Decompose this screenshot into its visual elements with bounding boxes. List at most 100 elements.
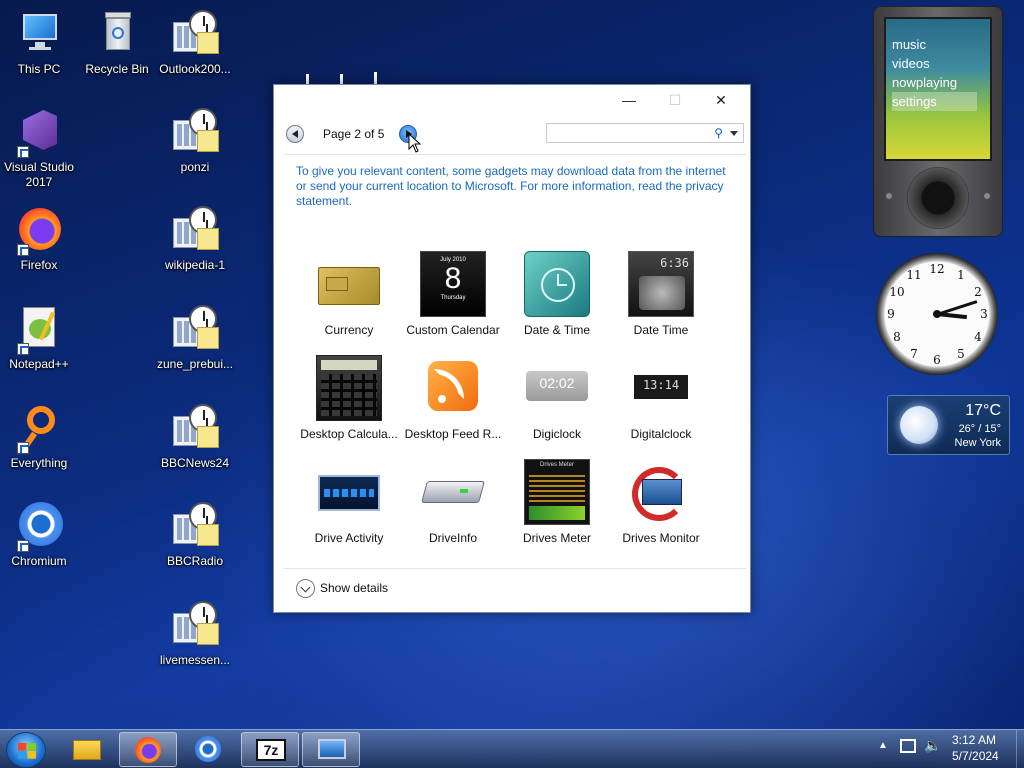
desktop-icon-bbcnews24[interactable]: BBCNews24 — [156, 404, 234, 471]
window-artifact — [374, 72, 377, 84]
clock-numeral: 5 — [957, 347, 965, 361]
taskbar-file-explorer[interactable] — [58, 732, 116, 767]
gadget-file-icon — [171, 206, 219, 254]
windows-logo-icon — [18, 743, 36, 759]
minimize-button[interactable]: — — [606, 89, 652, 111]
desktop-icon-label: Recycle Bin — [85, 62, 149, 76]
clock-numeral: 4 — [974, 330, 982, 344]
gadget-desktop-feed-reader[interactable]: Desktop Feed R... — [401, 355, 505, 441]
zune-menu-nowplaying[interactable]: nowplaying — [892, 73, 977, 92]
gadget-gallery-window: — ☐ ✕ Page 2 of 5 ⚲ To give you relevant… — [273, 84, 751, 613]
desktop-icon-livemessenger[interactable]: livemessen... — [156, 601, 234, 668]
taskbar-7zip[interactable]: 7z — [241, 732, 299, 767]
zune-pad-button[interactable] — [907, 167, 969, 229]
gadget-digitalclock[interactable]: 13:14 Digitalclock — [609, 355, 713, 441]
desktop-icon-visual-studio[interactable]: Visual Studio 2017 — [0, 108, 78, 190]
taskbar-time[interactable]: 3:12 AM — [952, 733, 996, 747]
taskbar-firefox[interactable] — [119, 732, 177, 767]
search-dropdown-icon[interactable] — [730, 131, 738, 136]
gadget-file-icon — [171, 108, 219, 156]
analog-clock-gadget[interactable]: 12 1 2 3 4 5 6 7 8 9 10 11 — [876, 253, 998, 375]
divider — [284, 154, 746, 155]
gadget-custom-calendar[interactable]: July 2010 8 Thursday Custom Calendar — [401, 251, 505, 337]
taskbar-chromium[interactable] — [180, 732, 238, 767]
desktop-icon-recycle-bin[interactable]: Recycle Bin — [78, 10, 156, 77]
gadget-file-icon — [171, 404, 219, 452]
clock-numeral: 7 — [910, 347, 918, 361]
rss-feed-icon — [420, 355, 486, 421]
gadget-drives-meter[interactable]: Drives Meter Drives Meter — [505, 459, 609, 545]
desktop-icon-wikipedia[interactable]: wikipedia-1 — [156, 206, 234, 273]
calendar-weekday: Thursday — [440, 295, 466, 301]
search-icon[interactable]: ⚲ — [714, 126, 723, 140]
gadget-date-time-analog[interactable]: 6:36 Date Time — [609, 251, 713, 337]
tray-overflow-icon[interactable]: ▲ — [878, 740, 888, 751]
gadget-driveinfo[interactable]: DriveInfo — [401, 459, 505, 545]
retro-clock-icon: 6:36 — [628, 251, 694, 317]
mouse-cursor-icon — [408, 133, 422, 153]
start-button[interactable] — [6, 732, 46, 768]
volume-muted-icon[interactable]: 🔈 — [924, 737, 941, 754]
privacy-notice: To give you relevant content, some gadge… — [296, 164, 726, 208]
network-icon[interactable] — [900, 739, 916, 753]
clock-numeral: 2 — [974, 285, 982, 299]
gadget-digiclock[interactable]: 02:02 Digiclock — [505, 355, 609, 441]
gadget-currency[interactable]: Currency — [297, 251, 401, 337]
desktop-icon-chromium[interactable]: Chromium — [0, 502, 78, 569]
weather-city: New York — [954, 437, 1001, 449]
desktop-icon-label: wikipedia-1 — [164, 258, 226, 272]
gadget-drives-monitor[interactable]: Drives Monitor — [609, 459, 713, 545]
desktop-icon-label: Visual Studio 2017 — [4, 160, 74, 189]
chromium-icon — [15, 502, 63, 552]
desktop-icon-bbcradio[interactable]: BBCRadio — [156, 502, 234, 569]
gallery-navbar: Page 2 of 5 ⚲ — [284, 123, 744, 145]
desktop-icon-zune-prebuilt[interactable]: zune_prebui... — [156, 305, 234, 372]
gadget-label: Desktop Calcula... — [300, 427, 398, 441]
folder-icon — [73, 740, 101, 760]
gadget-label: Digitalclock — [630, 427, 692, 441]
weather-gadget[interactable]: 17°C 26° / 15° New York — [887, 395, 1010, 455]
digital-clock-icon: 02:02 — [524, 355, 590, 421]
show-desktop-button[interactable] — [1016, 730, 1024, 768]
gadget-file-icon — [171, 10, 219, 58]
firefox-icon — [135, 737, 161, 763]
visual-studio-icon — [15, 108, 63, 158]
zune-play-button[interactable] — [984, 193, 990, 199]
gadget-desktop-calculator[interactable]: Desktop Calcula... — [297, 355, 401, 441]
zune-menu-music[interactable]: music — [892, 35, 977, 54]
clock-center — [933, 310, 941, 318]
desktop-icon-label: This PC — [17, 62, 61, 76]
zune-menu-settings[interactable]: settings — [892, 92, 977, 111]
weather-temperature: 17°C — [965, 402, 1001, 419]
desktop-icon-notepad-plus-plus[interactable]: Notepad++ — [0, 305, 78, 372]
clock-numeral: 1 — [957, 268, 965, 282]
desktop-icon-firefox[interactable]: Firefox — [0, 206, 78, 273]
chevron-down-icon[interactable] — [296, 579, 315, 598]
desktop-icon-label: Firefox — [20, 258, 58, 272]
desktop-icon-label: BBCRadio — [166, 554, 224, 568]
calculator-icon — [316, 355, 382, 421]
clock-numeral: 10 — [889, 285, 905, 299]
desktop-icon-outlook[interactable]: Outlook200... — [156, 10, 234, 77]
desktop-icon-this-pc[interactable]: This PC — [0, 10, 78, 77]
firefox-icon — [15, 206, 63, 256]
hard-drive-icon — [420, 459, 486, 525]
digiclock-text: 02:02 — [526, 371, 588, 401]
desktop-icon-label: ponzi — [180, 160, 210, 174]
gadget-label: Drive Activity — [314, 531, 384, 545]
zune-gadget[interactable]: music videos nowplaying settings — [873, 6, 1003, 237]
drives-monitor-icon — [628, 459, 694, 525]
previous-page-button[interactable] — [286, 125, 304, 143]
gadget-date-time[interactable]: Date & Time — [505, 251, 609, 337]
taskbar-gadgets[interactable] — [302, 732, 360, 767]
desktop-icon-ponzi[interactable]: ponzi — [156, 108, 234, 175]
taskbar-date[interactable]: 5/7/2024 — [952, 749, 999, 763]
gadget-search-input[interactable]: ⚲ — [546, 123, 744, 143]
zune-menu-videos[interactable]: videos — [892, 54, 977, 73]
clock-numeral: 11 — [906, 268, 922, 282]
desktop-icon-everything[interactable]: Everything — [0, 404, 78, 471]
close-button[interactable]: ✕ — [698, 89, 744, 111]
gadget-drive-activity[interactable]: Drive Activity — [297, 459, 401, 545]
zune-back-button[interactable] — [886, 193, 892, 199]
digitalclock-text: 13:14 — [634, 375, 688, 399]
